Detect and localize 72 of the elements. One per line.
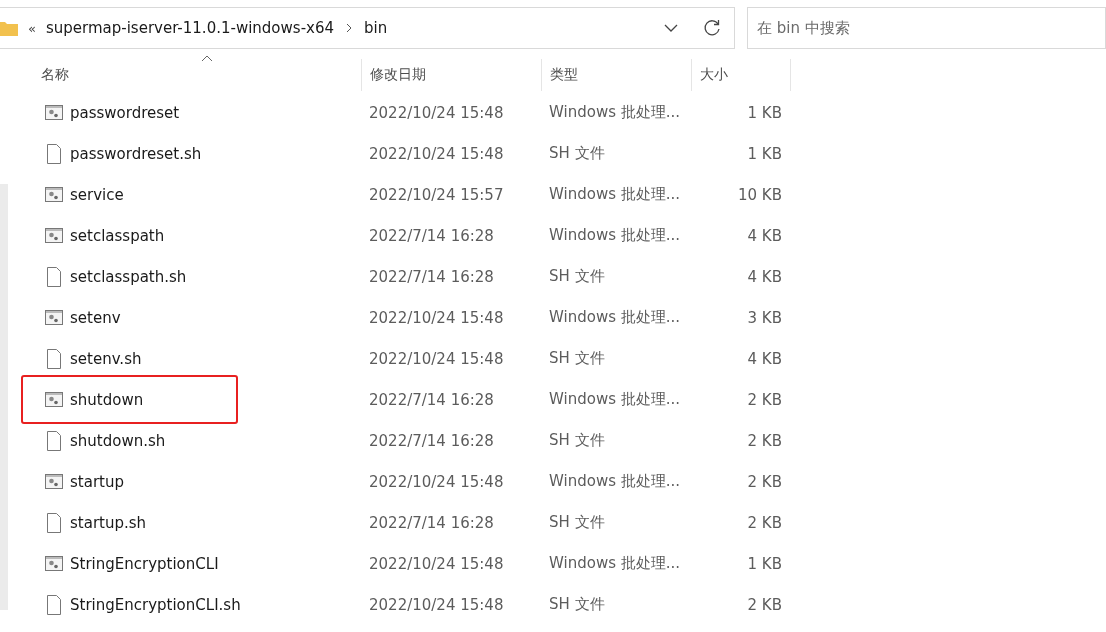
- file-type: Windows 批处理...: [548, 308, 682, 327]
- file-name[interactable]: StringEncryptionCLI: [70, 554, 219, 573]
- file-size: 1 KB: [746, 554, 783, 573]
- file-size: 2 KB: [746, 390, 783, 409]
- file-type: Windows 批处理...: [548, 554, 682, 573]
- file-type: SH 文件: [548, 267, 606, 286]
- file-name[interactable]: passwordreset: [70, 103, 180, 122]
- file-size: 1 KB: [746, 144, 783, 163]
- breadcrumb-item[interactable]: supermap-iserver-11.0.1-windows-x64: [45, 19, 334, 37]
- search-field[interactable]: 在 bin 中搜索: [747, 7, 1106, 49]
- column-header[interactable]: 类型: [542, 59, 692, 91]
- modified-date: 2022/10/24 15:48: [368, 554, 505, 573]
- column-header[interactable]: 大小: [692, 59, 791, 91]
- chevron-right-icon: [344, 23, 354, 33]
- file-name[interactable]: shutdown.sh: [70, 431, 166, 450]
- file-name[interactable]: shutdown: [70, 390, 144, 409]
- file-type: Windows 批处理...: [548, 185, 682, 204]
- file-size: 2 KB: [746, 513, 783, 532]
- file-name[interactable]: service: [70, 185, 124, 204]
- modified-date: 2022/10/24 15:48: [368, 144, 505, 163]
- modified-date: 2022/10/24 15:48: [368, 103, 505, 122]
- file-type: Windows 批处理...: [548, 103, 682, 122]
- modified-date: 2022/10/24 15:48: [368, 595, 505, 614]
- file-icon: [44, 593, 64, 616]
- file-size: 2 KB: [746, 595, 783, 614]
- column-header[interactable]: 名称: [33, 59, 362, 91]
- file-icon: [44, 265, 64, 288]
- modified-date: 2022/7/14 16:28: [368, 267, 495, 286]
- breadcrumb-item[interactable]: bin: [364, 19, 388, 37]
- modified-date: 2022/7/14 16:28: [368, 431, 495, 450]
- modified-date: 2022/7/14 16:28: [368, 513, 495, 532]
- file-type: SH 文件: [548, 349, 606, 368]
- file-type: SH 文件: [548, 513, 606, 532]
- refresh-icon[interactable]: [702, 18, 722, 38]
- file-type: Windows 批处理...: [548, 472, 682, 491]
- file-size: 10 KB: [737, 185, 783, 204]
- modified-date: 2022/7/14 16:28: [368, 390, 495, 409]
- dropdown-icon[interactable]: [664, 23, 678, 33]
- folder-icon: [0, 20, 18, 36]
- file-type: Windows 批处理...: [548, 226, 682, 245]
- file-size: 4 KB: [746, 349, 783, 368]
- modified-date: 2022/10/24 15:48: [368, 472, 505, 491]
- column-header[interactable]: 修改日期: [362, 59, 542, 91]
- file-name[interactable]: setenv.sh: [70, 349, 142, 368]
- file-size: 3 KB: [746, 308, 783, 327]
- modified-date: 2022/10/24 15:48: [368, 349, 505, 368]
- modified-date: 2022/7/14 16:28: [368, 226, 495, 245]
- file-type: SH 文件: [548, 595, 606, 614]
- address-bar[interactable]: « supermap-iserver-11.0.1-windows-x64 bin: [0, 7, 735, 49]
- file-name[interactable]: startup: [70, 472, 124, 491]
- file-size: 4 KB: [746, 267, 783, 286]
- file-type: SH 文件: [548, 144, 606, 163]
- file-name[interactable]: setclasspath.sh: [70, 267, 187, 286]
- file-icon: [44, 347, 64, 370]
- file-icon: [44, 511, 64, 534]
- file-size: 1 KB: [746, 103, 783, 122]
- file-icon: [44, 142, 64, 165]
- file-size: 4 KB: [746, 226, 783, 245]
- modified-date: 2022/10/24 15:57: [368, 185, 505, 204]
- file-name[interactable]: StringEncryptionCLI.sh: [70, 595, 241, 614]
- modified-date: 2022/10/24 15:48: [368, 308, 505, 327]
- file-name[interactable]: startup.sh: [70, 513, 147, 532]
- file-name[interactable]: setenv: [70, 308, 121, 327]
- file-size: 2 KB: [746, 431, 783, 450]
- file-size: 2 KB: [746, 472, 783, 491]
- file-icon: [44, 429, 64, 452]
- sort-ascending-icon: [201, 54, 213, 62]
- file-type: Windows 批处理...: [548, 390, 682, 409]
- file-type: SH 文件: [548, 431, 606, 450]
- file-name[interactable]: passwordreset.sh: [70, 144, 202, 163]
- file-name[interactable]: setclasspath: [70, 226, 165, 245]
- overflow-chevron[interactable]: «: [28, 20, 36, 36]
